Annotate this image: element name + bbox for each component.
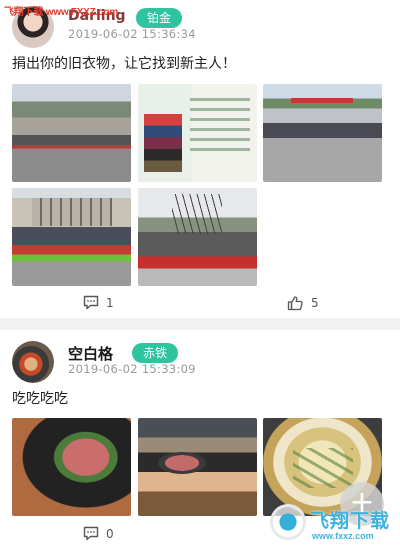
like-button[interactable]: 5 (287, 295, 319, 311)
watermark-text: 飞翔下载 (310, 510, 391, 532)
post-photo[interactable] (12, 418, 131, 516)
watermark-logo-icon (270, 504, 306, 540)
post-content: 吃吃吃吃 (12, 391, 68, 407)
comment-button[interactable]: 0 (83, 526, 114, 541)
comment-icon (83, 295, 99, 310)
post-photo[interactable] (138, 84, 257, 182)
post-divider (0, 318, 400, 330)
watermark-logo: 飞翔下载 www.fxxz.com (266, 500, 396, 546)
post-photo[interactable] (12, 84, 131, 182)
feed-post: Darling 铂金 2019-06-02 15:36:34 捐出你的旧衣物，让… (0, 0, 400, 318)
post-timestamp: 2019-06-02 15:33:09 (68, 362, 196, 376)
post-photo[interactable] (263, 84, 382, 182)
like-count: 5 (311, 296, 319, 310)
post-content: 捐出你的旧衣物，让它找到新主人！ (12, 56, 236, 72)
comment-button[interactable]: 1 (83, 295, 114, 310)
feed-page: 飞翔下载 www.FXXZ.com Darling 铂金 2019-06-02 … (0, 0, 400, 550)
photo-grid (12, 84, 384, 286)
user-level-badge: 铂金 (136, 8, 182, 28)
post-photo[interactable] (138, 418, 257, 516)
comment-count: 1 (106, 295, 114, 310)
post-actions: 1 5 (0, 295, 400, 315)
watermark-url: www.fxxz.com (312, 531, 374, 541)
post-username[interactable]: 空白格 (68, 343, 113, 364)
user-level-badge: 赤铁 (132, 343, 178, 363)
post-photo[interactable] (12, 188, 131, 286)
avatar[interactable] (12, 341, 54, 383)
thumbs-up-icon (287, 295, 304, 311)
post-timestamp: 2019-06-02 15:36:34 (68, 27, 196, 41)
watermark-top: 飞翔下载 www.FXXZ.com (4, 7, 119, 18)
comment-icon (83, 526, 99, 541)
post-photo[interactable] (138, 188, 257, 286)
comment-count: 0 (106, 526, 114, 541)
